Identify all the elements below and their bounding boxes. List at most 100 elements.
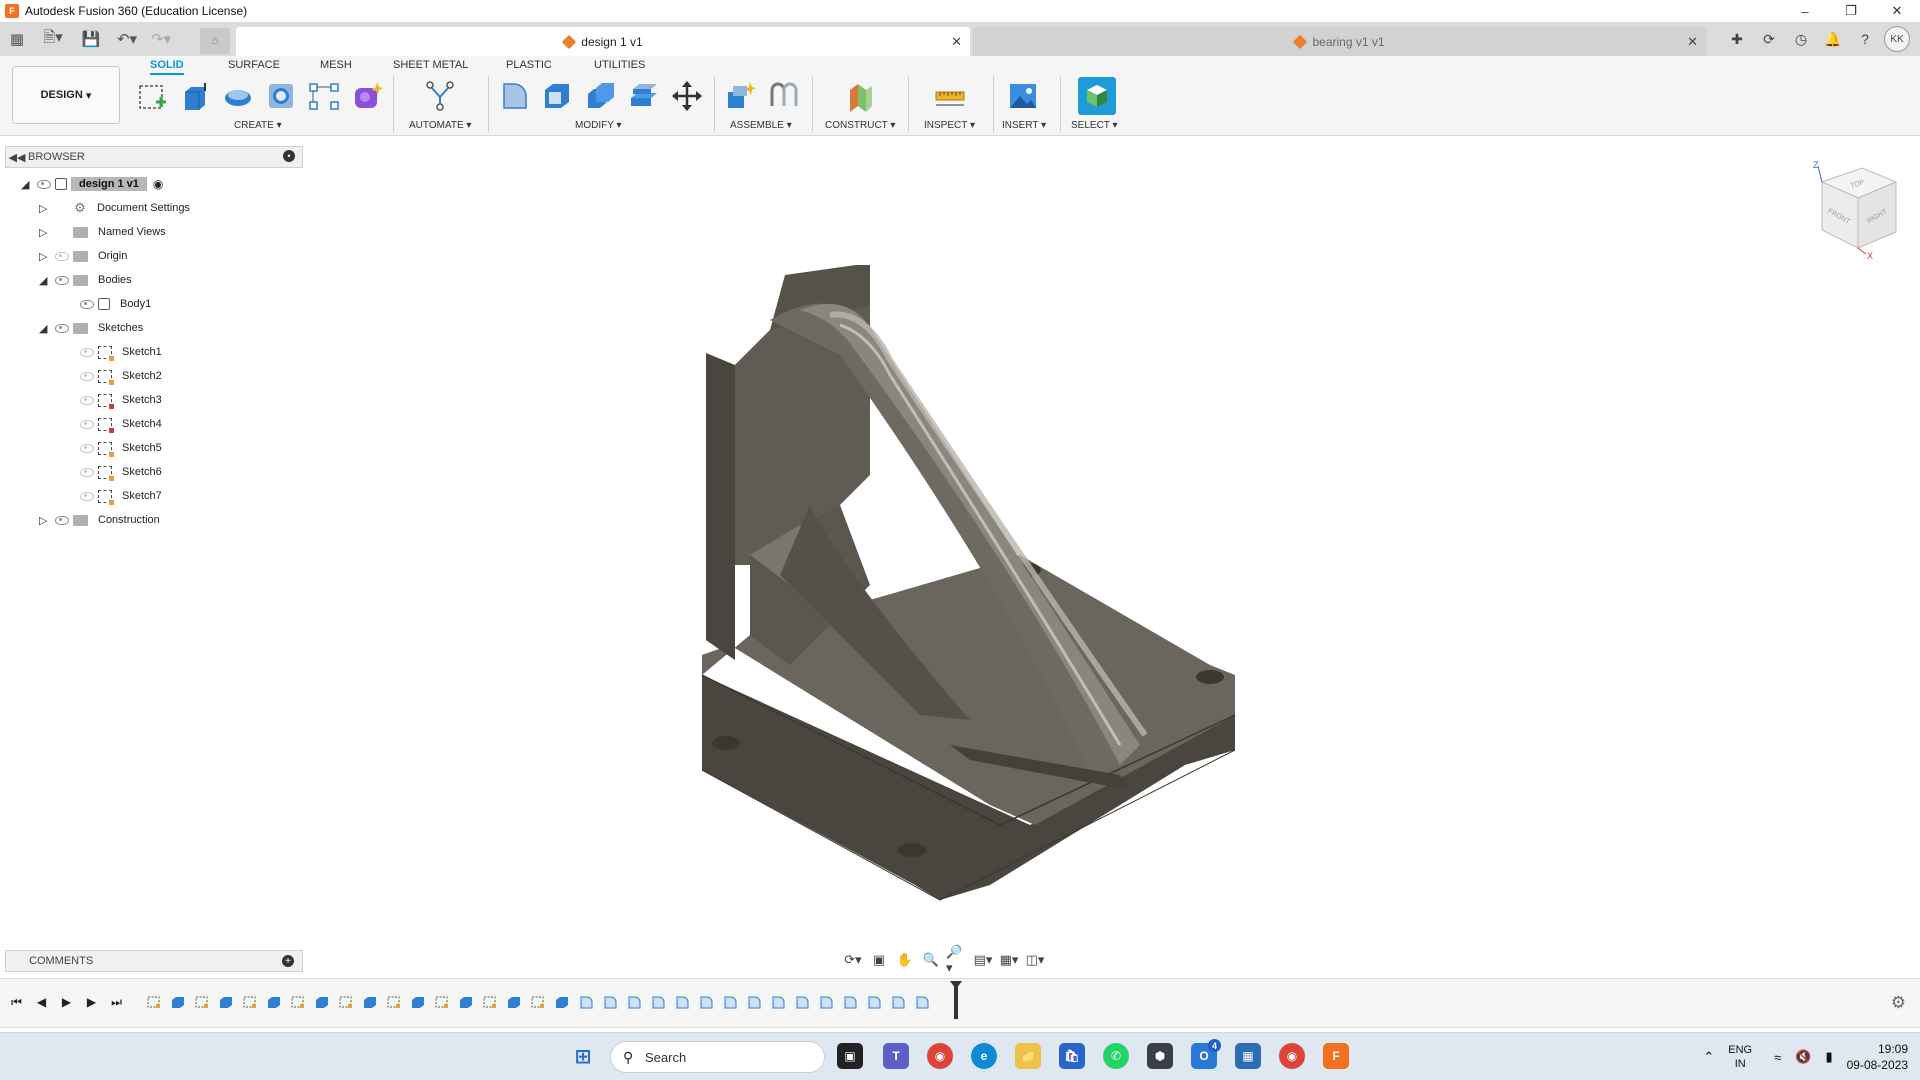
timeline-feature-icon[interactable] — [649, 993, 666, 1010]
timeline-feature-icon[interactable] — [913, 993, 930, 1010]
cad-app-icon[interactable]: ⬢ — [1147, 1043, 1173, 1069]
timeline-feature-icon[interactable] — [625, 993, 642, 1010]
measure-icon[interactable] — [933, 79, 967, 113]
timeline-feature-icon[interactable] — [385, 993, 402, 1010]
create-menu[interactable]: CREATE ▾ — [234, 120, 282, 131]
tree-item-origin[interactable]: ▷ Origin — [39, 246, 127, 266]
collapsed-arrow-icon[interactable]: ▷ — [39, 226, 51, 239]
extensions-icon[interactable]: ⟳ — [1756, 26, 1782, 52]
timeline-settings-icon[interactable]: ⚙ — [1891, 993, 1906, 1013]
revolve-icon[interactable] — [221, 79, 255, 113]
tree-root[interactable]: ◢ design 1 v1 ◉ — [21, 174, 163, 194]
timeline-feature-icon[interactable] — [289, 993, 306, 1010]
timeline-feature-icon[interactable] — [841, 993, 858, 1010]
edge-icon[interactable]: e — [971, 1043, 997, 1069]
offset-plane-icon[interactable] — [843, 79, 877, 113]
teams-icon[interactable]: T — [883, 1043, 909, 1069]
calculator-icon[interactable]: ▦ — [1235, 1043, 1261, 1069]
tree-item-construction[interactable]: ▷ Construction — [39, 510, 160, 530]
timeline-feature-icon[interactable] — [697, 993, 714, 1010]
tree-item-sketch3[interactable]: Sketch3 — [76, 390, 162, 410]
timeline-feature-icon[interactable] — [217, 993, 234, 1010]
step-forward-icon[interactable]: ▶ — [83, 993, 100, 1011]
volume-muted-icon[interactable]: 🔇 — [1795, 1049, 1811, 1065]
tree-item-document-settings[interactable]: ▷ ⚙ Document Settings — [39, 198, 190, 218]
wifi-icon[interactable]: ≈ — [1774, 1050, 1781, 1065]
tab-utilities[interactable]: UTILITIES — [594, 59, 645, 71]
hole-icon[interactable] — [264, 79, 298, 113]
visibility-eye-icon[interactable] — [80, 347, 94, 357]
inspect-menu[interactable]: INSPECT ▾ — [924, 120, 975, 131]
automate-icon[interactable] — [423, 79, 457, 113]
display-settings-icon[interactable]: ▤▾ — [972, 950, 994, 970]
tree-item-sketches[interactable]: ◢ Sketches — [39, 318, 143, 338]
browser-pin-icon[interactable]: • — [283, 150, 295, 162]
timeline-feature-icon[interactable] — [889, 993, 906, 1010]
timeline-feature-icon[interactable] — [265, 993, 282, 1010]
create-form-icon[interactable] — [350, 79, 384, 113]
grid-settings-icon[interactable]: ▦▾ — [998, 950, 1020, 970]
tree-item-sketch7[interactable]: Sketch7 — [76, 486, 162, 506]
timeline-feature-icon[interactable] — [337, 993, 354, 1010]
outlook-icon[interactable]: O4 — [1191, 1039, 1221, 1069]
app-grid-icon[interactable]: ▦ — [2, 24, 32, 54]
visibility-eye-icon[interactable] — [55, 251, 69, 261]
expanded-arrow-icon[interactable]: ◢ — [39, 274, 51, 287]
tree-item-sketch1[interactable]: Sketch1 — [76, 342, 162, 362]
timeline-feature-icon[interactable] — [553, 993, 570, 1010]
visibility-eye-icon[interactable] — [80, 467, 94, 477]
visibility-eye-icon[interactable] — [80, 299, 94, 309]
tree-item-sketch2[interactable]: Sketch2 — [76, 366, 162, 386]
timeline-feature-icon[interactable] — [193, 993, 210, 1010]
user-avatar[interactable]: KK — [1884, 26, 1910, 52]
tree-item-body1[interactable]: Body1 — [76, 294, 151, 314]
battery-icon[interactable]: ▮ — [1825, 1049, 1832, 1065]
visibility-eye-icon[interactable] — [55, 275, 69, 285]
assemble-menu[interactable]: ASSEMBLE ▾ — [730, 120, 792, 131]
close-tab-icon[interactable]: ✕ — [951, 34, 962, 50]
show-hidden-icons-chevron[interactable]: ⌃ — [1703, 1049, 1714, 1065]
visibility-eye-icon[interactable] — [80, 419, 94, 429]
windows-start-icon[interactable]: ⊞ — [570, 1043, 596, 1069]
fusion-taskbar-icon[interactable]: F — [1323, 1043, 1349, 1069]
joint-icon[interactable] — [767, 79, 801, 113]
visibility-eye-icon[interactable] — [80, 371, 94, 381]
timeline-feature-icon[interactable] — [769, 993, 786, 1010]
play-icon[interactable]: ▶ — [58, 993, 75, 1011]
whatsapp-icon[interactable]: ✆ — [1103, 1043, 1129, 1069]
tab-solid[interactable]: SOLID — [150, 59, 184, 75]
tab-surface[interactable]: SURFACE — [228, 59, 280, 71]
tab-bearing[interactable]: bearing v1 v1 ✕ — [973, 27, 1706, 56]
new-tab-icon[interactable]: ✚ — [1724, 26, 1750, 52]
go-to-start-icon[interactable]: ⏮ — [8, 993, 25, 1011]
tree-item-bodies[interactable]: ◢ Bodies — [39, 270, 132, 290]
redo-icon[interactable]: ↷▾ — [146, 24, 176, 54]
chrome-profile-icon[interactable]: ◉ — [1279, 1043, 1305, 1069]
visibility-eye-icon[interactable] — [80, 443, 94, 453]
minimize-button[interactable]: – — [1782, 0, 1828, 22]
undo-icon[interactable]: ↶▾ — [112, 24, 142, 54]
automate-menu[interactable]: AUTOMATE ▾ — [409, 120, 471, 131]
add-comment-icon[interactable]: + — [282, 955, 294, 967]
expanded-arrow-icon[interactable]: ◢ — [21, 178, 33, 191]
tree-item-named-views[interactable]: ▷ Named Views — [39, 222, 166, 242]
step-back-icon[interactable]: ◀ — [33, 993, 50, 1011]
notifications-icon[interactable]: 🔔 — [1820, 26, 1846, 52]
visibility-eye-icon[interactable] — [55, 515, 69, 525]
tree-item-sketch6[interactable]: Sketch6 — [76, 462, 162, 482]
viewports-icon[interactable]: ◫▾ — [1024, 950, 1046, 970]
select-icon[interactable] — [1078, 77, 1116, 115]
tab-plastic[interactable]: PLASTIC — [506, 59, 552, 71]
rectangular-pattern-icon[interactable] — [307, 79, 341, 113]
timeline-feature-icon[interactable] — [865, 993, 882, 1010]
taskbar-search[interactable]: ⚲ Search — [610, 1041, 825, 1073]
visibility-eye-icon[interactable] — [37, 179, 51, 189]
file-explorer-icon[interactable]: 📁 — [1015, 1043, 1041, 1069]
timeline-feature-icon[interactable] — [313, 993, 330, 1010]
insert-canvas-icon[interactable] — [1006, 79, 1040, 113]
save-icon[interactable]: 💾 — [76, 24, 106, 54]
visibility-eye-icon[interactable] — [55, 323, 69, 333]
timeline-feature-icon[interactable] — [601, 993, 618, 1010]
timeline-feature-icon[interactable] — [505, 993, 522, 1010]
home-icon[interactable]: ⌂ — [200, 28, 230, 54]
